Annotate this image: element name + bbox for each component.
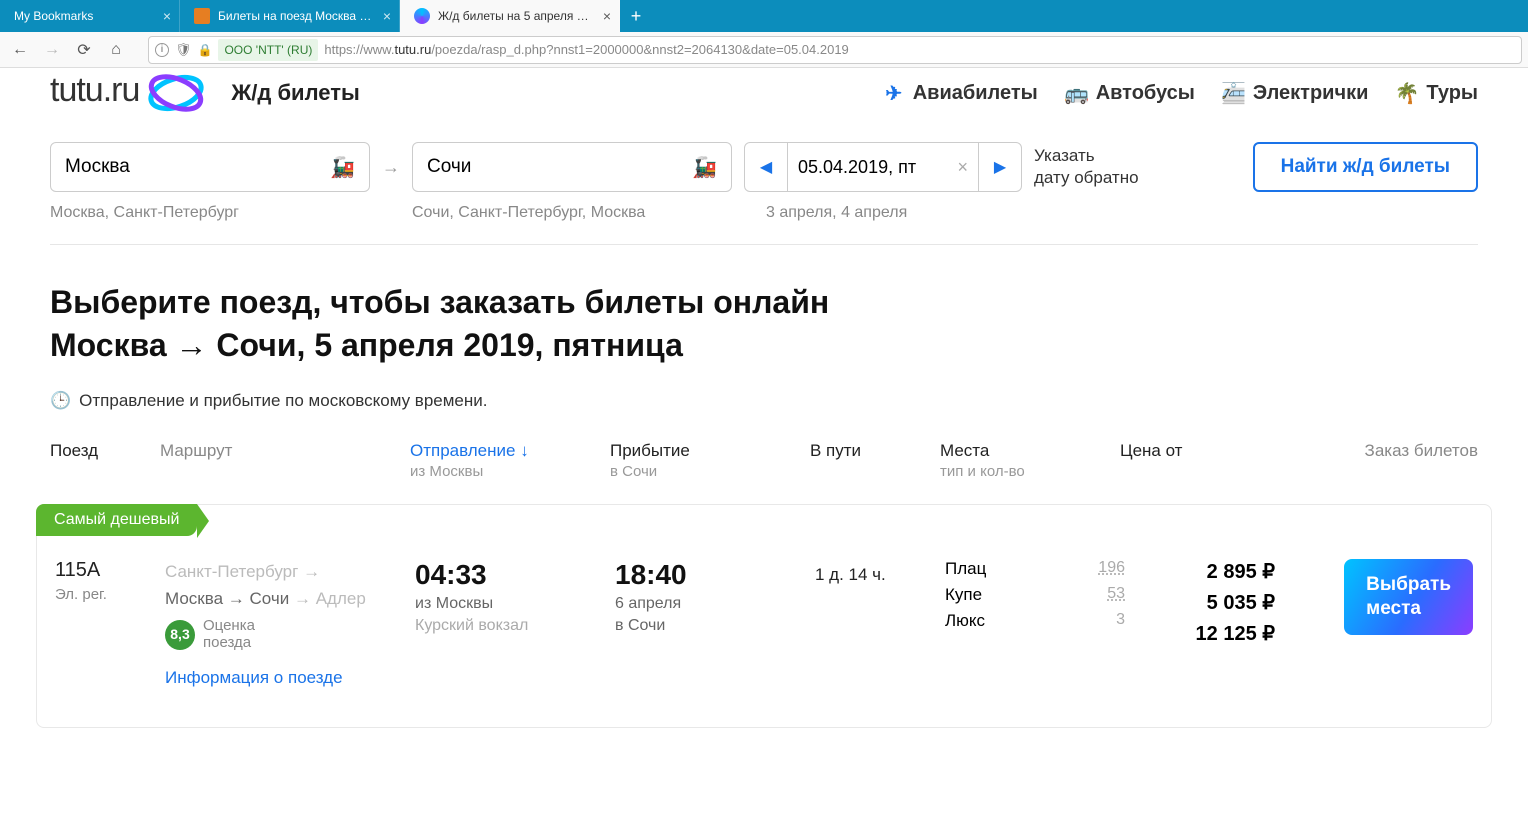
bus-icon: 🚌 [1066,82,1088,104]
col-departure[interactable]: Отправление ↓ из Москвы [410,441,610,480]
palm-icon: 🌴 [1396,82,1418,104]
logo[interactable]: tutu.ru [50,71,139,110]
info-icon[interactable]: i [155,43,169,57]
return-date-hint[interactable]: Указать дату обратно [1034,145,1184,189]
results-heading: Выберите поезд, чтобы заказать билеты он… [0,245,1528,377]
home-button[interactable]: ⌂ [102,36,130,64]
date-picker: ◀ 05.04.2019, пт × ▶ [744,142,1022,192]
suggest-to[interactable]: Сочи, Санкт-Петербург, Москва [412,204,732,222]
favicon-icon [194,8,210,24]
date-next-button[interactable]: ▶ [978,142,1022,192]
train-card: Самый дешевый 115А Эл. рег. Санкт-Петерб… [36,504,1492,728]
nav-label: Туры [1426,82,1478,105]
plane-icon: ✈ [883,82,905,104]
nav-label: Электрички [1253,82,1369,105]
search-form: 🚂 → 🚂 ◀ 05.04.2019, пт × ▶ Указать дату … [0,118,1528,200]
from-input[interactable] [65,156,330,178]
cert-label[interactable]: OOO 'NTT' (RU) [218,39,318,61]
rating-badge: 8,3 [165,620,195,650]
date-prev-button[interactable]: ◀ [744,142,788,192]
timezone-note: 🕒 Отправление и прибытие по московскому … [0,377,1528,417]
departure-block: 04:33 из Москвы Курский вокзал [415,559,615,691]
nav-bus[interactable]: 🚌 Автобусы [1066,82,1195,105]
arrival-block: 18:40 6 апреля в Сочи [615,559,815,691]
suggest-from[interactable]: Москва, Санкт-Петербург [50,204,370,222]
clear-date-icon[interactable]: × [957,157,968,178]
train-ereg: Эл. рег. [55,586,165,603]
tab-title: Ж/д билеты на 5 апреля Мос… [438,9,595,23]
site-header: tutu.ru Ж/д билеты ✈ Авиабилеты 🚌 Автобусы… [0,68,1528,118]
nav-avia[interactable]: ✈ Авиабилеты [883,82,1038,105]
back-button[interactable]: ← [6,36,34,64]
nav-label: Автобусы [1096,82,1195,105]
date-field[interactable]: 05.04.2019, пт × [788,142,978,192]
rating-label: Оценкапоезда [203,618,255,651]
browser-tab-strip: My Bookmarks × Билеты на поезд Москва Бо… [0,0,1528,32]
nav-elec[interactable]: 🚈 Электрички [1223,82,1369,105]
nav-tours[interactable]: 🌴 Туры [1396,82,1478,105]
page-title: Выберите поезд, чтобы заказать билеты он… [50,281,1478,367]
new-tab-button[interactable]: + [620,0,652,32]
nav-label: Авиабилеты [913,82,1038,105]
reload-button[interactable]: ⟳ [70,36,98,64]
favicon-icon [414,8,430,24]
tram-icon: 🚈 [1223,82,1245,104]
to-input[interactable] [427,156,692,178]
from-field[interactable]: 🚂 [50,142,370,192]
section-title: Ж/д билеты [231,80,359,106]
shield-icon[interactable]: 🛡 [175,42,192,58]
arrow-right-icon: → [382,157,400,178]
clock-icon: 🕒 [50,391,71,411]
train-number-block: 115А Эл. рег. [55,559,165,691]
cheapest-badge: Самый дешевый [36,504,197,536]
col-order: Заказ билетов [1270,441,1478,461]
action-block: Выбратьместа [1275,559,1473,691]
train-route: Санкт-Петербург → Москва → Сочи → Адлер … [165,559,415,691]
seats-block: Плац196 Купе53 Люкс3 [945,559,1125,691]
browser-toolbar: ← → ⟳ ⌂ i 🛡 🔒 OOO 'NTT' (RU) https://www… [0,32,1528,68]
train-number: 115А [55,559,165,582]
col-seats: Места тип и кол-во [940,441,1120,480]
browser-tab-active[interactable]: Ж/д билеты на 5 апреля Мос… × [400,0,620,32]
col-duration[interactable]: В пути [810,441,940,461]
close-icon[interactable]: × [383,8,391,24]
to-field[interactable]: 🚂 [412,142,732,192]
suggestions-row: Москва, Санкт-Петербург Сочи, Санкт-Пете… [0,200,1528,244]
col-arrival[interactable]: Прибытие в Сочи [610,441,810,480]
close-icon[interactable]: × [163,8,171,24]
url-text: https://www.tutu.ru/poezda/rasp_d.php?nn… [324,42,1515,57]
col-train[interactable]: Поезд [50,441,160,461]
departure-time: 04:33 [415,559,615,591]
col-price[interactable]: Цена от [1120,441,1270,461]
find-button[interactable]: Найти ж/д билеты [1253,142,1478,192]
date-value: 05.04.2019, пт [798,157,916,178]
forward-button[interactable]: → [38,36,66,64]
browser-tab[interactable]: My Bookmarks × [0,0,180,32]
sort-link[interactable]: Отправление ↓ [410,441,529,460]
lock-icon: 🔒 [198,43,213,57]
duration: 1 д. 14 ч. [815,559,945,691]
tab-title: Билеты на поезд Москва Бол… [218,9,375,23]
column-headers: Поезд Маршрут Отправление ↓ из Москвы Пр… [0,417,1528,486]
browser-tab[interactable]: Билеты на поезд Москва Бол… × [180,0,400,32]
top-nav: ✈ Авиабилеты 🚌 Автобусы 🚈 Электрички 🌴 Туры [883,82,1478,105]
arrival-time: 18:40 [615,559,815,591]
price-block: 2 895 ₽ 5 035 ₽ 12 125 ₽ [1125,559,1275,691]
suggest-date[interactable]: 3 апреля, 4 апреля [766,204,907,222]
url-bar[interactable]: i 🛡 🔒 OOO 'NTT' (RU) https://www.tutu.ru… [148,36,1522,64]
train-info-link[interactable]: Информация о поезде [165,665,343,691]
col-route: Маршрут [160,441,410,461]
choose-seats-button[interactable]: Выбратьместа [1344,559,1473,635]
train-icon: 🚂 [330,155,355,180]
logo-swirl-icon [145,70,207,116]
close-icon[interactable]: × [603,8,611,24]
train-icon: 🚂 [692,155,717,180]
tab-title: My Bookmarks [14,9,155,23]
